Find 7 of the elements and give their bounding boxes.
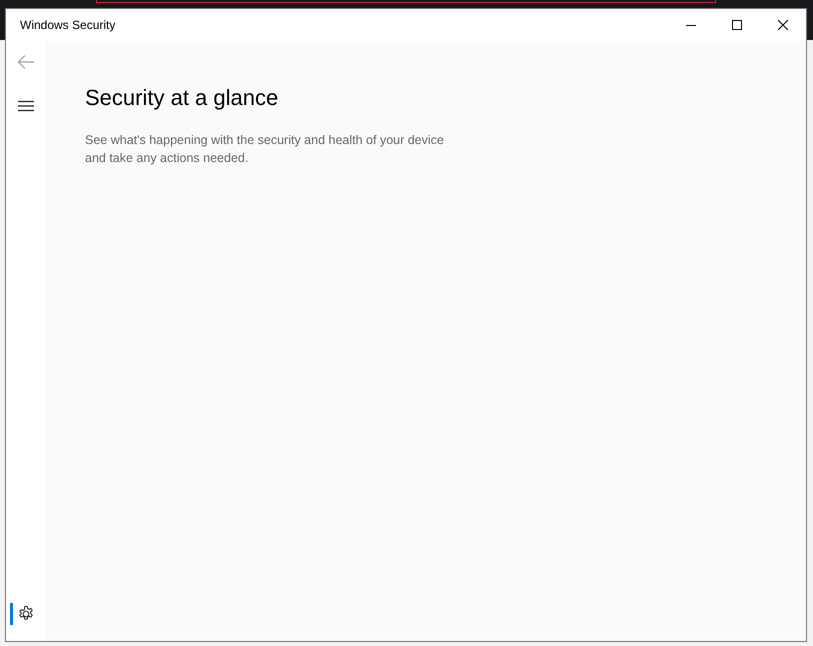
- page-heading: Security at a glance: [85, 85, 280, 112]
- menu-icon: [18, 100, 34, 112]
- window-title: Windows Security: [19, 17, 116, 34]
- maximize-icon: [731, 19, 743, 31]
- page-description: See what's happening with the security and health of your device and take any actions needed.: [85, 132, 445, 168]
- close-icon: [777, 19, 789, 31]
- back-icon: [17, 54, 35, 70]
